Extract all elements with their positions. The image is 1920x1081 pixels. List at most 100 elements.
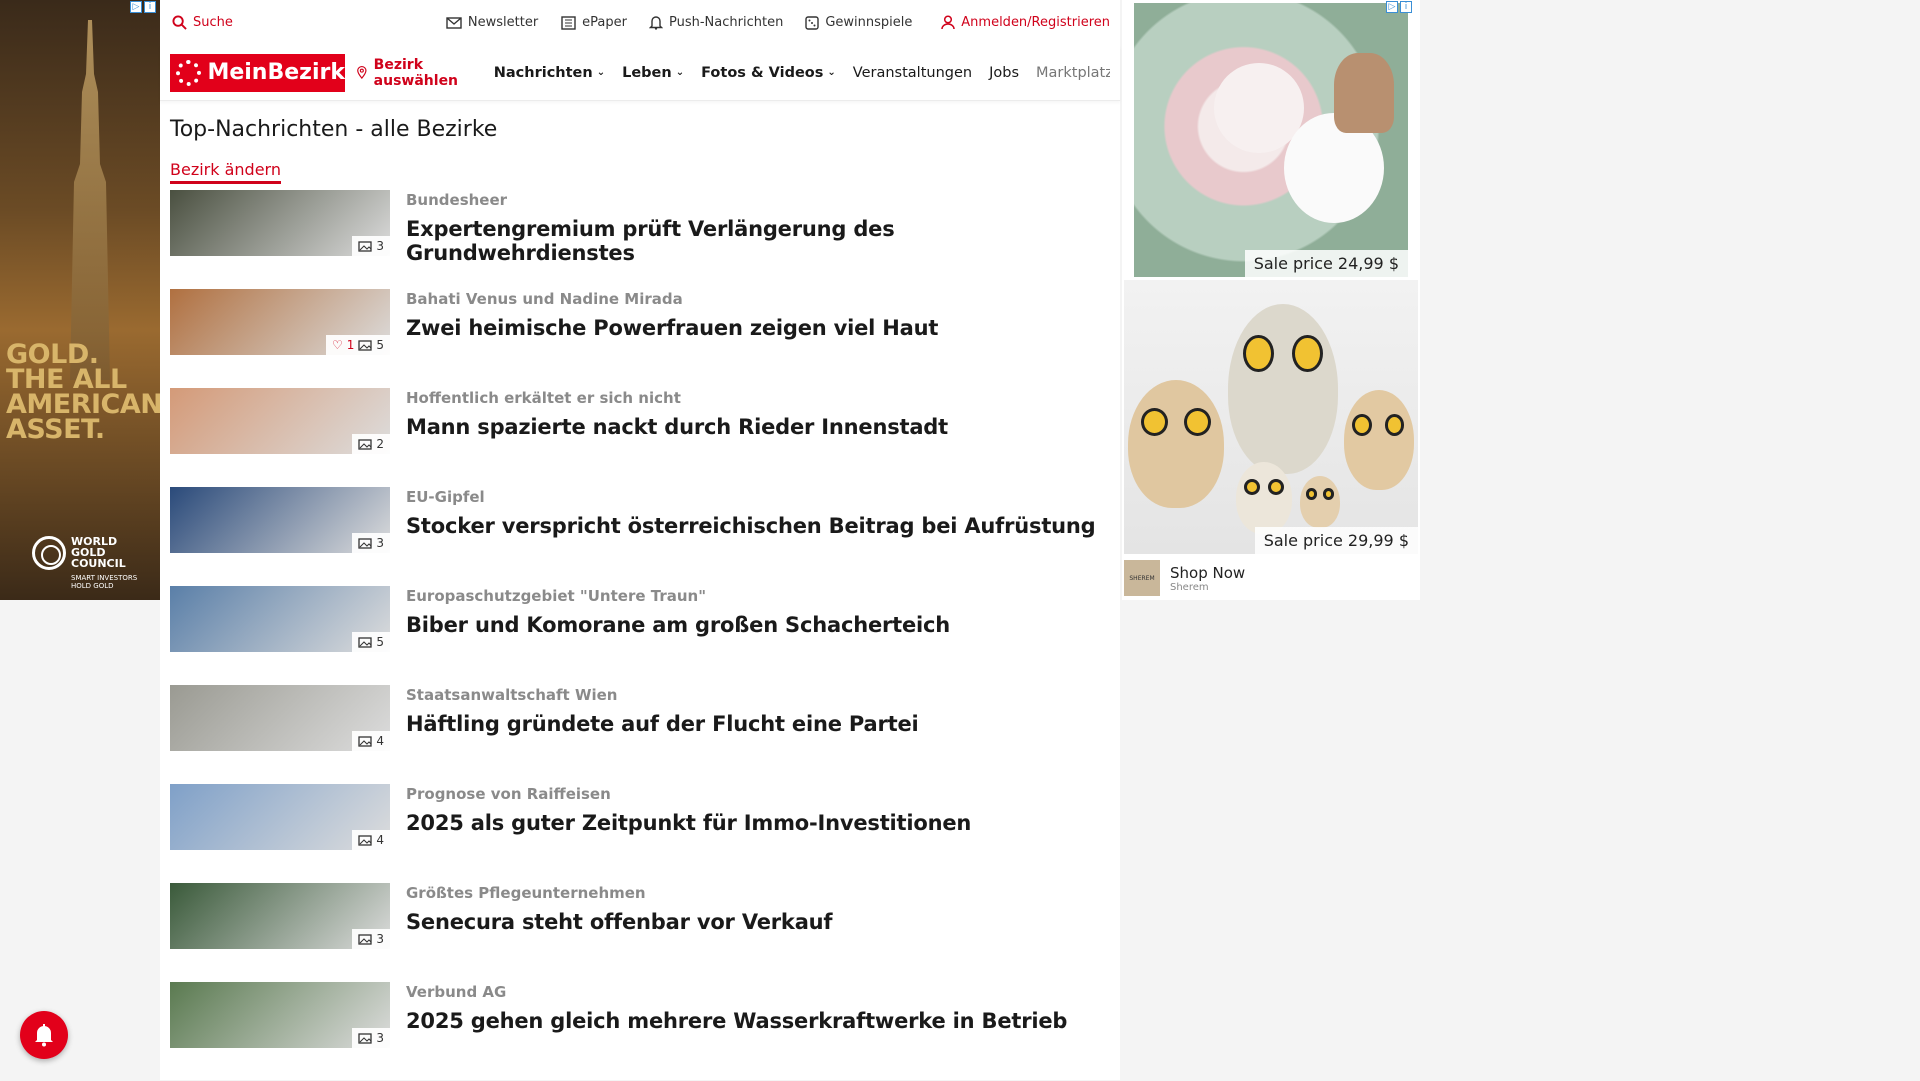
left-advertisement[interactable]: GOLD. THE ALL AMERICAN ASSET. WORLD GOLD… — [0, 0, 160, 600]
dice-icon — [805, 15, 820, 30]
article-kicker: Hoffentlich erkältet er sich nicht — [406, 389, 681, 407]
main-column: Suche Newsletter ePaper Push-Nachrichten… — [160, 0, 1120, 1080]
likes-badge: ♡ 1 — [331, 338, 355, 352]
article-thumbnail[interactable]: 4 — [170, 784, 390, 850]
article-thumbnail[interactable]: 3 — [170, 487, 390, 553]
article-item[interactable]: 2 Hoffentlich erkältet er sich nicht Mann … — [170, 388, 1110, 487]
user-icon — [941, 15, 956, 30]
article-headline[interactable]: Mann spazierte nackt durch Rieder Innens… — [406, 415, 948, 439]
article-thumbnail[interactable]: 2 — [170, 388, 390, 454]
article-item[interactable]: 5 Europaschutzgebiet "Untere Traun" Biber … — [170, 586, 1110, 685]
adchoices-icon[interactable]: ▷ i — [1386, 1, 1414, 15]
article-item[interactable]: 4 Prognose von Raiffeisen 2025 als guter Z… — [170, 784, 1110, 883]
price-label: Sale price 29,99 $ — [1254, 527, 1418, 554]
article-kicker: Größtes Pflegeunternehmen — [406, 884, 646, 902]
article-headline[interactable]: Expertengremium prüft Verlängerung des G… — [406, 217, 1110, 265]
article-headline[interactable]: 2025 gehen gleich mehrere Wasserkraftwer… — [406, 1009, 1067, 1033]
meinbezirk-logo[interactable]: MeinBezirk — [170, 53, 345, 92]
article-item[interactable]: ♡ 1 5 Bahati Venus und Nadine Mirada Zwei he… — [170, 289, 1110, 388]
thumbnail-badges: 5 — [352, 632, 390, 652]
nav-life[interactable]: Leben ⌄ — [622, 65, 684, 81]
article-kicker: EU-Gipfel — [406, 488, 485, 506]
world-gold-council-logo — [32, 536, 66, 570]
change-district-link[interactable]: Bezirk ändern — [170, 160, 281, 184]
owl-figure — [1228, 304, 1338, 474]
thumbnail-badges: 3 — [352, 236, 390, 256]
right-advertisement[interactable]: Sale price 24,99 $ ▷ i Sale price 29,99 $… — [1122, 0, 1420, 600]
article-thumbnail[interactable]: 3 — [170, 190, 390, 256]
article-headline[interactable]: Stocker verspricht österreichischen Beit… — [406, 514, 1096, 538]
article-kicker: Prognose von Raiffeisen — [406, 785, 611, 803]
search-link[interactable]: Suche — [172, 15, 233, 30]
heart-icon: ♡ — [331, 338, 343, 352]
article-thumbnail[interactable]: 3 — [170, 883, 390, 949]
chevron-down-icon: ⌄ — [596, 67, 606, 78]
photo-count-badge: 3 — [358, 932, 384, 946]
article-thumbnail[interactable]: 3 — [170, 982, 390, 1048]
photo-count-badge: 2 — [358, 437, 384, 451]
article-headline[interactable]: Biber und Komorane am großen Schachertei… — [406, 613, 950, 637]
article-headline[interactable]: Senecura steht offenbar vor Verkauf — [406, 910, 833, 934]
article-item[interactable]: 4 Staatsanwaltschaft Wien Häftling gründet… — [170, 685, 1110, 784]
photo-count-badge: 3 — [358, 536, 384, 550]
epaper-link[interactable]: ePaper — [560, 15, 627, 30]
article-item[interactable]: 3 Größtes Pflegeunternehmen Senecura steht… — [170, 883, 1110, 982]
ad-tagline: SMART INVESTORS HOLD GOLD — [71, 574, 138, 590]
select-district-button[interactable]: Bezirk auswählen — [357, 57, 477, 89]
image-gallery-icon — [358, 1032, 373, 1044]
article-headline[interactable]: Zwei heimische Powerfrauen zeigen viel H… — [406, 316, 938, 340]
article-kicker: Europaschutzgebiet "Untere Traun" — [406, 587, 707, 605]
shop-now-row[interactable]: SHEREM Shop Now Sherem — [1124, 558, 1418, 598]
advertiser-name: Sherem — [1170, 581, 1209, 593]
thumbnail-badges: 3 — [352, 533, 390, 553]
photo-count-badge: 4 — [358, 833, 384, 847]
article-thumbnail[interactable]: 5 — [170, 586, 390, 652]
owl-figure — [1300, 476, 1340, 528]
push-notifications-link[interactable]: Push-Nachrichten — [649, 15, 783, 30]
world-gold-council-name: WORLD GOLD COUNCIL — [71, 535, 126, 570]
ad-headline: GOLD. THE ALL AMERICAN ASSET. — [6, 339, 160, 445]
newsletter-link[interactable]: Newsletter — [446, 15, 538, 30]
article-thumbnail[interactable]: 4 — [170, 685, 390, 751]
chevron-down-icon: ⌄ — [675, 67, 685, 78]
article-kicker: Staatsanwaltschaft Wien — [406, 686, 618, 704]
nav-jobs[interactable]: Jobs — [989, 65, 1019, 81]
product-image-owls[interactable]: Sale price 29,99 $ — [1124, 280, 1418, 554]
newspaper-icon — [561, 15, 576, 30]
thumbnail-badges: 2 — [352, 434, 390, 454]
logo-sun-icon — [176, 59, 202, 86]
price-label: Sale price 24,99 $ — [1244, 250, 1408, 277]
nav-marketplace[interactable]: Marktplatz — [1036, 65, 1110, 81]
nav-events[interactable]: Veranstaltungen — [853, 65, 972, 81]
adchoices-icon[interactable]: ▷ i — [130, 1, 158, 15]
sherem-logo: SHEREM — [1124, 560, 1160, 596]
mail-icon — [446, 16, 462, 29]
article-item[interactable]: 3 Verbund AG 2025 gehen gleich mehrere Was… — [170, 982, 1110, 1081]
article-item[interactable]: 3 EU-Gipfel Stocker verspricht österreichi… — [170, 487, 1110, 586]
article-item[interactable]: 3 Bundesheer Expertengremium prüft Verläng… — [170, 190, 1110, 289]
shop-now-button[interactable]: Shop Now — [1170, 564, 1245, 582]
article-headline[interactable]: Häftling gründete auf der Flucht eine Pa… — [406, 712, 919, 736]
photo-count-badge: 5 — [358, 338, 384, 352]
notification-bell-button[interactable] — [20, 1011, 68, 1059]
photo-count-badge: 3 — [358, 239, 384, 253]
nav-photos-videos[interactable]: Fotos & Videos ⌄ — [701, 65, 836, 81]
login-register-link[interactable]: Anmelden/Registrieren — [941, 15, 1110, 30]
owl-figure — [1128, 380, 1224, 508]
image-gallery-icon — [358, 834, 373, 846]
brown-egg-shape — [1334, 53, 1394, 133]
image-gallery-icon — [358, 933, 373, 945]
thumbnail-badges: 4 — [352, 731, 390, 751]
product-image-bunnies[interactable]: Sale price 24,99 $ — [1134, 3, 1408, 277]
chevron-down-icon: ⌄ — [827, 67, 836, 78]
image-gallery-icon — [358, 636, 373, 648]
search-icon — [172, 15, 187, 30]
article-headline[interactable]: 2025 als guter Zeitpunkt für Immo-Invest… — [406, 811, 971, 835]
top-utility-bar: Suche Newsletter ePaper Push-Nachrichten… — [160, 0, 1120, 45]
article-list: 3 Bundesheer Expertengremium prüft Verläng… — [170, 190, 1110, 1081]
nav-news[interactable]: Nachrichten ⌄ — [494, 65, 605, 81]
sweepstakes-link[interactable]: Gewinnspiele — [805, 15, 912, 30]
photo-count-badge: 4 — [358, 734, 384, 748]
bell-icon — [649, 16, 663, 30]
article-thumbnail[interactable]: ♡ 1 5 — [170, 289, 390, 355]
